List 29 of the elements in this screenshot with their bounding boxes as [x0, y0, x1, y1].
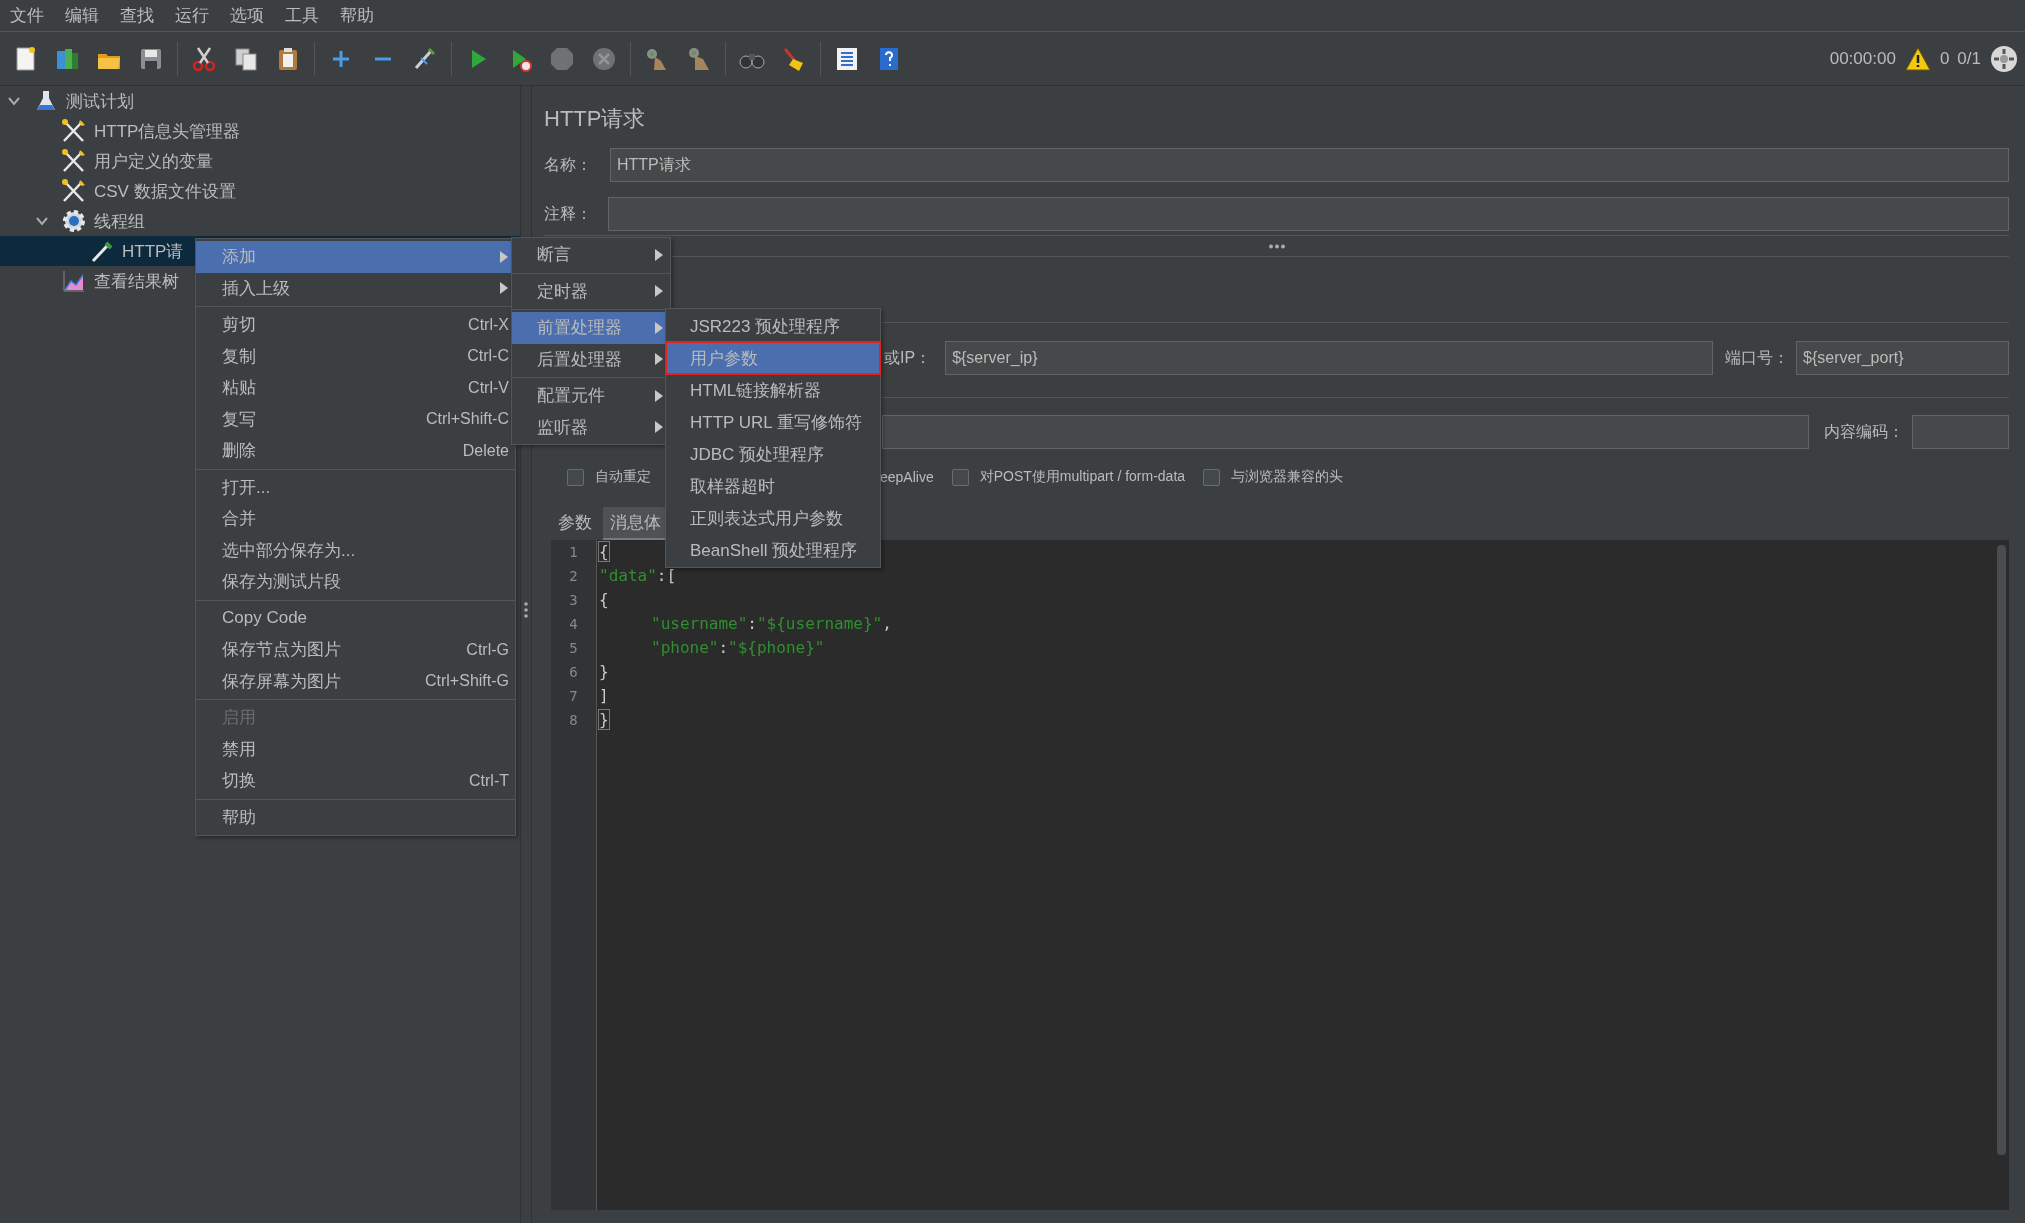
line-number: 1 — [568, 543, 579, 562]
server-label: 或IP： — [884, 347, 932, 368]
error-count: 0 — [1939, 48, 1950, 69]
checkbox-label: 与浏览器兼容的头 — [1231, 468, 1344, 486]
code-line: "phone":"${phone}" — [650, 637, 825, 659]
checkbox-label: 对POST使用multipart / form-data — [979, 468, 1186, 486]
port-label: 端口号： — [1725, 347, 1789, 368]
line-number: 8 — [568, 711, 579, 730]
line-number: 3 — [568, 591, 579, 610]
line-number: 6 — [568, 663, 579, 682]
line-number: 5 — [568, 639, 579, 658]
line-number: 7 — [568, 687, 579, 706]
checkbox-label: eepAlive — [880, 469, 934, 485]
code-line: "data":[ — [599, 565, 677, 587]
code-line: ] — [599, 685, 609, 707]
thread-count: 0/1 — [1957, 48, 1981, 69]
code-line: } — [599, 709, 609, 731]
code-line: { — [599, 589, 609, 611]
code-line: { — [599, 541, 609, 563]
line-number: 4 — [568, 615, 579, 634]
line-number: 2 — [568, 567, 579, 586]
elapsed-time: 00:00:00 — [1829, 48, 1896, 69]
code-line: "username":"${username}", — [650, 613, 892, 635]
comment-label: 注释： — [544, 203, 593, 224]
encoding-label: 内容编码： — [1824, 421, 1904, 442]
panel-title: HTTP请求 — [544, 105, 647, 132]
code-line: } — [599, 661, 609, 683]
name-label: 名称： — [544, 154, 593, 175]
checkbox-label: 自动重定 — [595, 468, 651, 486]
